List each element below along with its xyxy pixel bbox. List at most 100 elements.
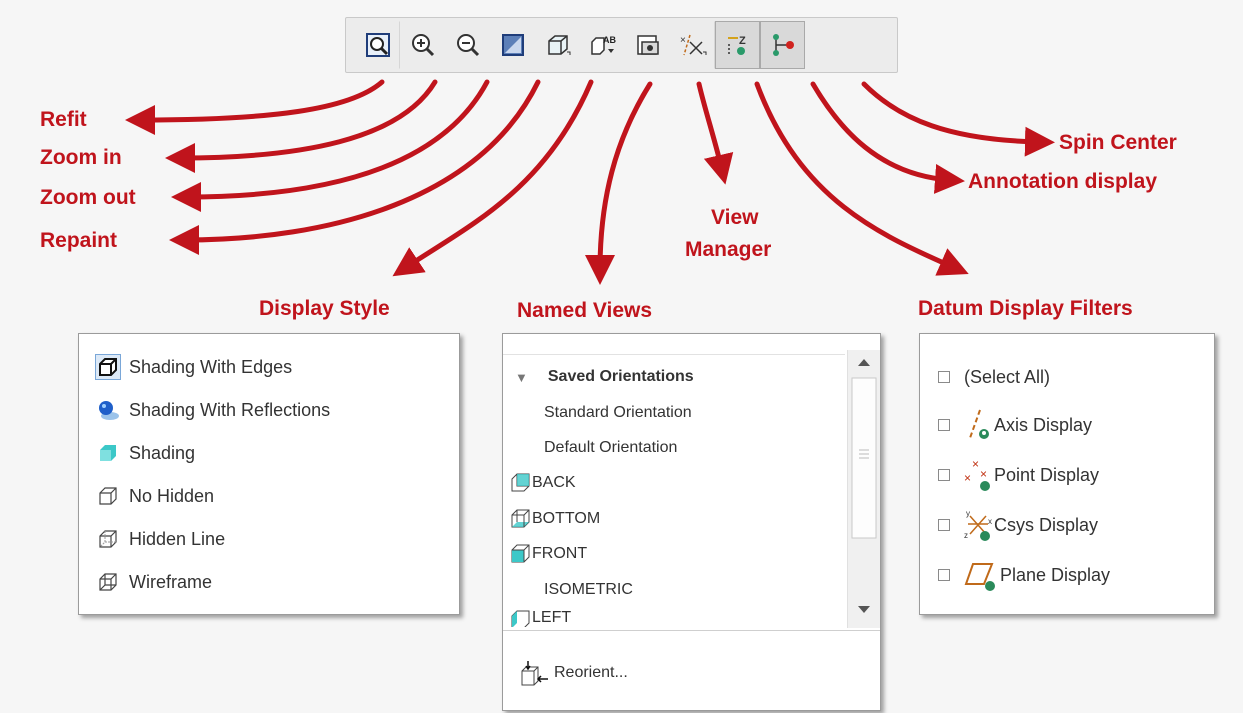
plane-display-icon	[964, 563, 995, 591]
display-style-item[interactable]: Wireframe	[95, 565, 212, 599]
named-view-label: Default Orientation	[544, 439, 678, 456]
display-style-item[interactable]: Hidden Line	[95, 522, 225, 556]
callout-spin-center: Spin Center	[1059, 131, 1177, 154]
named-view-item[interactable]: Default Orientation	[544, 434, 677, 462]
repaint-icon	[501, 34, 524, 56]
callout-view-manager-line1: View	[711, 206, 759, 229]
display-style-icon	[547, 35, 570, 55]
svg-text:×: ×	[964, 471, 971, 485]
display-style-button[interactable]	[535, 21, 580, 69]
named-view-label: BOTTOM	[532, 510, 601, 527]
display-style-item[interactable]: Shading	[95, 436, 195, 470]
view-manager-button[interactable]	[625, 21, 670, 69]
csys-display-checkbox[interactable]	[938, 519, 950, 531]
spin-center-button[interactable]	[760, 21, 805, 69]
annotation-display-icon: Z	[727, 35, 746, 55]
datum-filter-item[interactable]: y z x Csys Display	[938, 508, 1098, 542]
display-style-item[interactable]: No Hidden	[95, 479, 214, 513]
display-style-label: Hidden Line	[129, 528, 226, 549]
named-views-divider	[503, 630, 880, 631]
svg-text:x: x	[988, 517, 992, 526]
callout-datum-display-filters: Datum Display Filters	[918, 297, 1133, 320]
point-display-icon: ×× ×	[964, 458, 990, 491]
datum-filter-icon: ×	[680, 34, 706, 56]
collapse-arrow-icon: ▼	[515, 369, 528, 385]
refit-icon	[365, 33, 390, 57]
named-views-panel: ▼ Saved Orientations Standard Orientatio…	[502, 333, 881, 711]
svg-text:×: ×	[972, 458, 979, 471]
zoom-in-icon	[411, 34, 434, 57]
plane-display-checkbox[interactable]	[938, 569, 950, 581]
display-style-label: Shading With Edges	[129, 356, 293, 377]
datum-display-filters-panel: (Select All) Axis Display × × × Point Disp…	[919, 333, 1215, 615]
svg-text:Z: Z	[739, 35, 746, 47]
reorient-label: Reorient...	[554, 664, 628, 681]
named-views-icon: AB	[590, 35, 616, 55]
back-view-icon	[511, 473, 530, 492]
display-style-item[interactable]: Shading With Edges	[95, 350, 292, 384]
display-style-label: No Hidden	[129, 485, 215, 506]
datum-filter-label: Csys Display	[994, 514, 1099, 535]
callout-annotation-display: Annotation display	[968, 170, 1157, 193]
bottom-view-icon	[511, 509, 530, 528]
display-style-label: Shading	[129, 442, 196, 463]
spin-center-icon	[772, 34, 794, 56]
datum-filter-label: (Select All)	[964, 366, 1051, 387]
shading-icon	[95, 440, 121, 466]
datum-filter-item[interactable]: Plane Display	[938, 558, 1110, 592]
point-display-checkbox[interactable]	[938, 469, 950, 481]
saved-orientations-group[interactable]: ▼ Saved Orientations	[515, 363, 694, 391]
datum-display-filters-button[interactable]: ×	[670, 21, 715, 69]
front-view-icon	[511, 544, 530, 563]
left-view-icon	[511, 610, 530, 627]
datum-filter-label: Point Display	[994, 464, 1100, 485]
callout-repaint: Repaint	[40, 229, 118, 252]
refit-button[interactable]	[355, 21, 400, 69]
hidden-line-icon	[95, 526, 121, 552]
axis-display-icon	[969, 409, 989, 439]
callout-named-views: Named Views	[517, 299, 653, 322]
datum-filter-item[interactable]: × × × Point Display	[938, 458, 1099, 492]
shading-reflections-icon	[95, 397, 121, 423]
no-hidden-icon	[95, 483, 121, 509]
named-view-item[interactable]: BOTTOM	[510, 505, 600, 533]
datum-filter-label: Plane Display	[1000, 564, 1111, 585]
callout-zoom-in: Zoom in	[40, 146, 122, 169]
named-view-label: LEFT	[532, 609, 572, 626]
named-views-header	[503, 334, 845, 355]
display-style-item[interactable]: Shading With Reflections	[95, 393, 330, 427]
named-view-label: Standard Orientation	[544, 404, 692, 421]
page-background: AB × Z Refit Zoom in Zoom out Repaint Vi…	[0, 0, 1243, 713]
display-style-panel: Shading With Edges Shading With Reflecti…	[78, 333, 460, 615]
reorient-icon	[521, 661, 548, 686]
datum-filter-label: Axis Display	[994, 414, 1093, 435]
axis-display-checkbox[interactable]	[938, 419, 950, 431]
named-view-item[interactable]: ISOMETRIC	[544, 576, 633, 604]
named-view-item[interactable]: Standard Orientation	[544, 399, 692, 427]
named-views-scrollbar[interactable]	[847, 350, 880, 628]
callout-view-manager-line2: Manager	[685, 238, 772, 261]
datum-filter-item[interactable]: (Select All)	[938, 360, 1050, 394]
shading-edges-icon	[95, 354, 121, 380]
datum-filter-item[interactable]: Axis Display	[938, 408, 1092, 442]
scrollbar-graphics	[851, 359, 877, 613]
named-view-item[interactable]: FRONT	[510, 540, 587, 568]
view-manager-icon	[636, 35, 659, 55]
reorient-button[interactable]: Reorient...	[518, 659, 628, 687]
group-label: Saved Orientations	[547, 368, 694, 385]
named-view-item[interactable]: LEFT	[510, 609, 571, 627]
zoom-out-icon	[456, 34, 479, 57]
callout-display-style: Display Style	[259, 297, 390, 320]
wireframe-icon	[95, 569, 121, 595]
named-views-button[interactable]: AB	[580, 21, 625, 69]
named-view-item[interactable]: BACK	[510, 469, 576, 497]
svg-text:y: y	[966, 509, 970, 518]
select-all-checkbox[interactable]	[938, 371, 950, 383]
annotation-display-button[interactable]: Z	[715, 21, 760, 69]
named-view-label: ISOMETRIC	[544, 581, 633, 598]
zoom-in-button[interactable]	[400, 21, 445, 69]
zoom-out-button[interactable]	[445, 21, 490, 69]
repaint-button[interactable]	[490, 21, 535, 69]
graphics-toolbar: AB × Z	[345, 17, 898, 73]
display-style-label: Wireframe	[129, 571, 213, 592]
